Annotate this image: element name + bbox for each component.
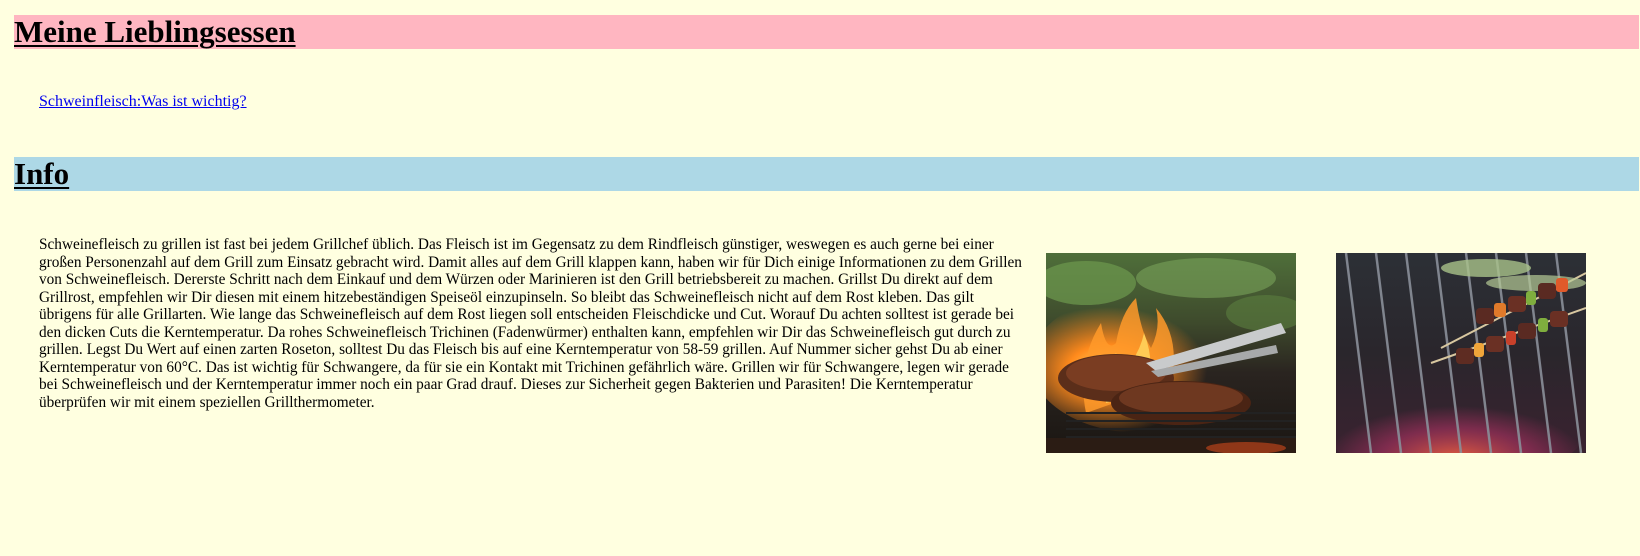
meat-skewers-photo [1336, 253, 1586, 453]
image-gallery [1046, 253, 1624, 453]
schweinefleisch-link[interactable]: Schweinfleisch:Was ist wichtig? [39, 93, 247, 111]
grilled-steak-photo [1046, 253, 1296, 453]
title-bar: Meine Lieblingsessen [14, 15, 1639, 49]
page-title: Meine Lieblingsessen [14, 14, 296, 49]
info-content: Schweinefleisch zu grillen ist fast bei … [39, 236, 1624, 453]
info-heading: Info [14, 156, 70, 191]
info-bar: Info [14, 157, 1639, 191]
